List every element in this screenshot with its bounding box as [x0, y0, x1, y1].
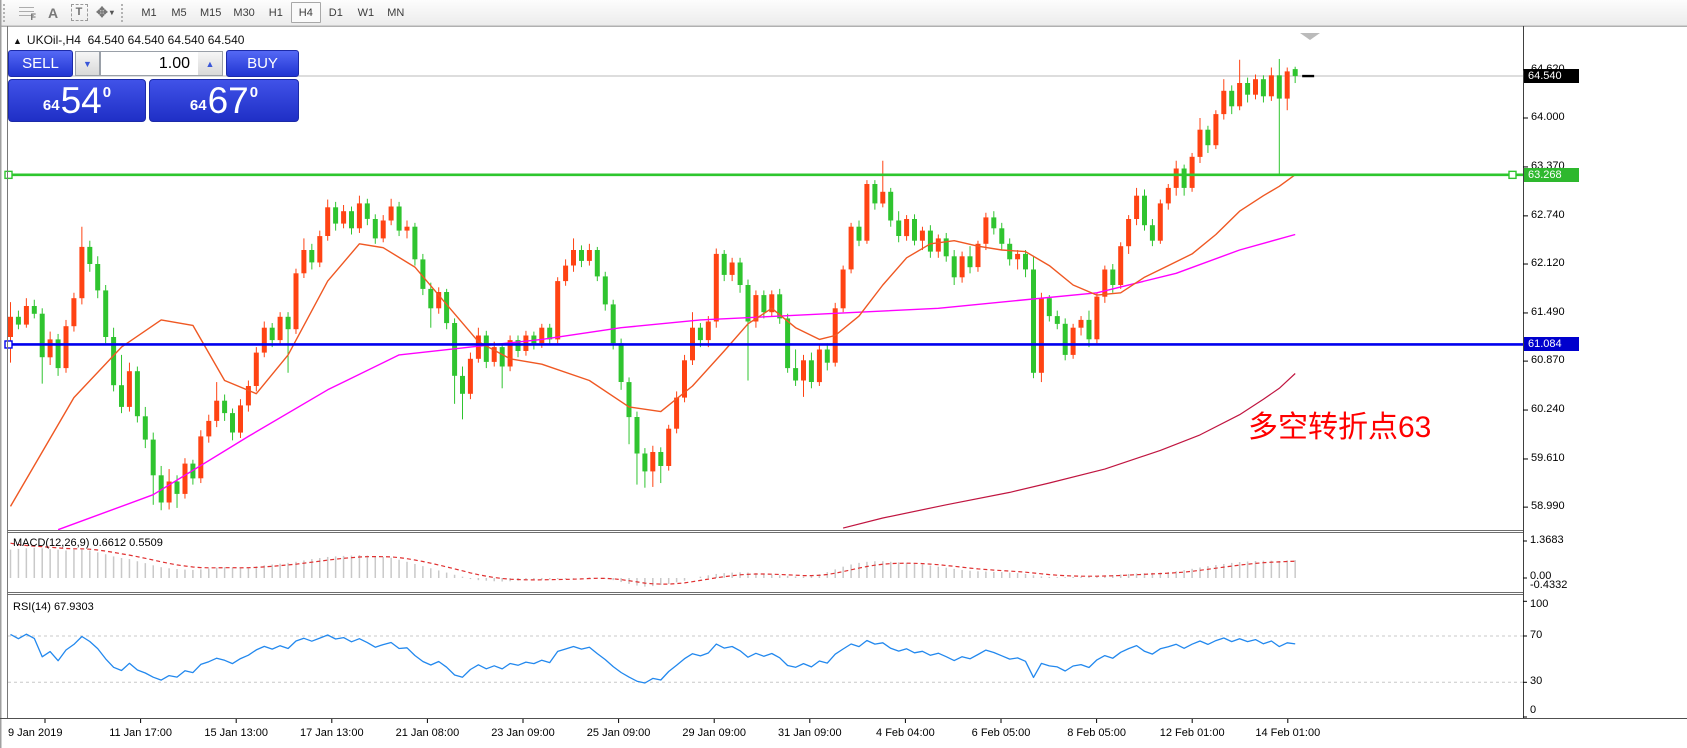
- price-tick: 59.610: [1531, 451, 1565, 464]
- time-axis-label: 6 Feb 05:00: [971, 727, 1031, 739]
- price-tick: 60.240: [1531, 403, 1565, 416]
- buy-price[interactable]: 64 67 0: [149, 79, 299, 122]
- bid-prefix: 64: [42, 97, 60, 114]
- rsi-axis-label: 70: [1530, 629, 1543, 641]
- volume-increase-button[interactable]: ▲: [198, 51, 223, 76]
- sell-button[interactable]: SELL: [8, 50, 73, 77]
- bid-big-digits: 54: [60, 80, 102, 121]
- symbol-title: UKOil-,H4: [26, 33, 81, 47]
- price-tick: 61.490: [1531, 305, 1565, 318]
- ask-prefix: 64: [189, 97, 207, 114]
- symbol-ohlc: 64.540 64.540 64.540 64.540: [87, 33, 245, 47]
- time-axis-label: 12 Feb 01:00: [1159, 727, 1225, 739]
- time-axis-label: 14 Feb 01:00: [1255, 727, 1321, 739]
- time-axis-label: 23 Jan 09:00: [491, 727, 555, 739]
- price-tick: 60.870: [1531, 354, 1565, 367]
- one-click-trading-panel: SELL ▼ ▲ BUY 64 54 0 64 67 0: [8, 50, 299, 122]
- buy-button[interactable]: BUY: [226, 50, 299, 77]
- time-axis-label: 8 Feb 05:00: [1067, 727, 1126, 739]
- annotation-text[interactable]: 多空转折点63: [1248, 411, 1431, 444]
- mt4-terminal: F A T ✥ ▾ M1 M5 M15 M30 H1 H4 D1 W1 MN 多空转折点63 ▲…: [0, 0, 1687, 748]
- price-tick: 62.120: [1531, 257, 1565, 270]
- volume-input[interactable]: [100, 51, 198, 76]
- time-axis-label: 25 Jan 09:00: [586, 727, 651, 739]
- rsi-axis-label: 100: [1530, 598, 1549, 610]
- ask-superscript: 0: [249, 84, 259, 101]
- symbol-header: ▲ UKOil-,H4 64.540 64.540 64.540 64.540: [13, 33, 244, 47]
- macd-label: MACD(12,26,9) 0.6612 0.5509: [13, 537, 163, 549]
- time-axis-label: 21 Jan 08:00: [395, 727, 460, 739]
- macd-axis-label: -0.4332: [1530, 579, 1568, 591]
- time-axis-label: 17 Jan 13:00: [299, 727, 364, 739]
- sell-price[interactable]: 64 54 0: [8, 79, 146, 122]
- time-axis-label: 15 Jan 13:00: [204, 727, 268, 739]
- time-axis-label: 4 Feb 04:00: [876, 727, 935, 739]
- time-axis-label: 31 Jan 09:00: [777, 727, 842, 739]
- time-axis-label: 29 Jan 09:00: [682, 727, 746, 739]
- price-tick: 58.990: [1531, 500, 1565, 513]
- rsi-axis-label: 30: [1530, 675, 1543, 687]
- price-tick: 64.000: [1531, 111, 1565, 123]
- blue-line-price-tag: 61.084: [1524, 337, 1579, 352]
- green-line-price-tag: 63.268: [1524, 167, 1579, 182]
- price-tick: 62.740: [1531, 208, 1565, 221]
- rsi-axis-label: 0: [1530, 704, 1537, 716]
- time-axis-label: 9 Jan 2019: [8, 727, 63, 739]
- bid-superscript: 0: [102, 84, 112, 101]
- time-axis-label: 11 Jan 17:00: [109, 727, 172, 739]
- rsi-label: RSI(14) 67.9303: [13, 601, 94, 613]
- volume-decrease-button[interactable]: ▼: [75, 51, 100, 76]
- macd-axis-label: 1.3683: [1530, 534, 1564, 546]
- ask-big-digits: 67: [207, 80, 249, 121]
- collapse-panel-icon[interactable]: ▲: [13, 36, 22, 46]
- current-price-tag: 64.540: [1524, 69, 1579, 84]
